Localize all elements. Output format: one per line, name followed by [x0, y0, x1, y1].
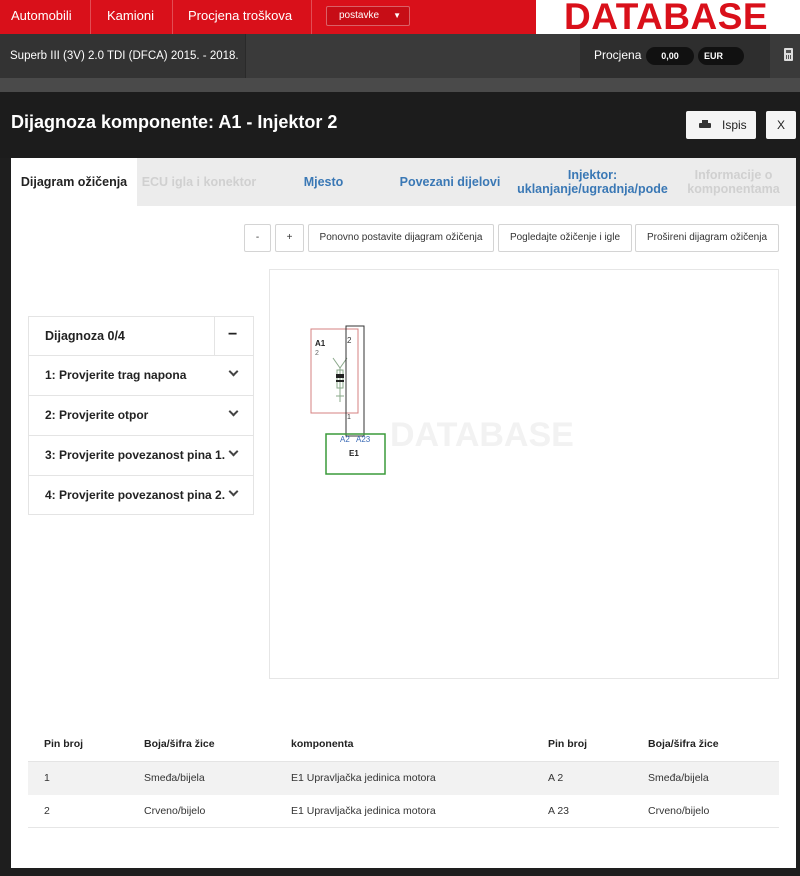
- tab-component-info: Informacije o komponentama: [687, 168, 780, 196]
- nav-divider: [90, 0, 91, 34]
- wiring-diagram: DATABASE A1 2 2 1 A2 A23 E1: [310, 325, 574, 475]
- estimate-label: Procjena: [594, 48, 642, 62]
- tab-wiring-diagram[interactable]: Dijagram ožičenja: [11, 158, 137, 206]
- table-cell: 1: [44, 772, 50, 784]
- diagnosis-step-voltage[interactable]: 1: Provjerite trag napona: [29, 356, 253, 396]
- chevron-down-icon: [228, 486, 239, 497]
- table-cell: Crveno/bijelo: [144, 805, 206, 817]
- table-row: 2 Crveno/bijelo E1 Upravljačka jedinica …: [28, 795, 779, 828]
- diagnosis-step-pin2[interactable]: 4: Provjerite povezanost pina 2.: [29, 476, 253, 516]
- injector-nozzle: [336, 390, 344, 402]
- reset-diagram-button[interactable]: Ponovno postavite dijagram ožičenja: [308, 224, 494, 252]
- table-header-row: Pin broj Boja/šifra žice komponenta Pin …: [28, 728, 779, 762]
- diagnosis-step-pin1[interactable]: 3: Provjerite povezanost pina 1.: [29, 436, 253, 476]
- expanded-diagram-button[interactable]: Prošireni dijagram ožičenja: [635, 224, 779, 252]
- diagnosis-list: Dijagnoza 0/4 − 1: Provjerite trag napon…: [28, 316, 254, 515]
- table-header-cell: komponenta: [291, 738, 354, 750]
- tab-location[interactable]: Mjesto: [261, 158, 386, 206]
- diagnosis-step-label: 2: Provjerite otpor: [45, 408, 149, 422]
- chevron-down-icon: [228, 366, 239, 377]
- table-cell: E1 Upravljačka jedinica motora: [291, 772, 436, 784]
- nav-divider: [172, 0, 173, 34]
- component-a1-sub: 2: [315, 350, 319, 357]
- tab-bar: Dijagram ožičenja ECU igla i konektor Mj…: [11, 158, 796, 206]
- divider: [214, 317, 215, 356]
- brand-logo: DATABASE: [536, 0, 800, 34]
- chevron-down-icon: [228, 406, 239, 417]
- tab-related-parts[interactable]: Povezani dijelovi: [386, 158, 514, 206]
- page-title: Dijagnoza komponente: A1 - Injektor 2: [11, 112, 338, 132]
- component-e1-label: E1: [349, 449, 359, 458]
- table-cell: A 2: [548, 772, 564, 784]
- chevron-down-icon: ▼: [393, 11, 401, 20]
- nav-item-procjena-troskova[interactable]: Procjena troškova: [177, 0, 303, 34]
- diagnosis-step-label: 4: Provjerite povezanost pina 2.: [45, 488, 226, 502]
- zoom-out-button[interactable]: -: [244, 224, 271, 252]
- calculator-icon[interactable]: [784, 48, 793, 61]
- printer-icon: [699, 120, 711, 129]
- pin-label-a1-bottom: 1: [347, 414, 351, 421]
- diagnosis-step-label: 3: Provjerite povezanost pina 1.: [45, 448, 226, 462]
- nav-item-kamioni[interactable]: Kamioni: [96, 0, 165, 34]
- nav-item-automobili[interactable]: Automobili: [0, 0, 83, 34]
- top-nav-bar: Automobili Kamioni Procjena troškova pos…: [0, 0, 800, 34]
- table-cell: Smeđa/bijela: [648, 772, 709, 784]
- nav-divider: [311, 0, 312, 34]
- header-spacer: [0, 78, 800, 92]
- table-header-cell: Pin broj: [548, 738, 588, 750]
- component-panel: Dijagram ožičenja ECU igla i konektor Mj…: [11, 158, 796, 868]
- zoom-in-button[interactable]: +: [275, 224, 304, 252]
- table-cell: Smeđa/bijela: [144, 772, 205, 784]
- table-header-cell: Pin broj: [44, 738, 84, 750]
- pin-label-e1-a2: A2: [340, 435, 350, 444]
- modal-header: Dijagnoza komponente: A1 - Injektor 2 Is…: [0, 92, 800, 158]
- table-header-cell: Boja/šifra žice: [144, 738, 215, 750]
- pin-label-e1-a23: A23: [356, 435, 371, 444]
- table-cell: Crveno/bijelo: [648, 805, 710, 817]
- view-wiring-pins-button[interactable]: Pogledajte ožičenje i igle: [498, 224, 632, 252]
- print-button-label: Ispis: [722, 118, 747, 132]
- print-button[interactable]: Ispis: [686, 111, 756, 139]
- collapse-icon[interactable]: −: [228, 326, 237, 344]
- estimate-value: 0,00: [646, 47, 694, 65]
- table-row: 1 Smeđa/bijela E1 Upravljačka jedinica m…: [28, 762, 779, 795]
- settings-dropdown[interactable]: postavke ▼: [326, 6, 410, 26]
- vehicle-bar: Superb III (3V) 2.0 TDI (DFCA) 2015. - 2…: [0, 34, 800, 78]
- component-a1-label: A1: [315, 339, 326, 348]
- estimate-summary: Procjena 0,00 EUR: [580, 34, 770, 78]
- vehicle-description[interactable]: Superb III (3V) 2.0 TDI (DFCA) 2015. - 2…: [0, 34, 246, 78]
- table-cell: A 23: [548, 805, 570, 817]
- diagnosis-step-label: 1: Provjerite trag napona: [45, 368, 187, 382]
- injector-coil: [336, 374, 344, 378]
- diagnosis-header: Dijagnoza 0/4 −: [29, 317, 253, 356]
- tab-injector-removal[interactable]: Injektor: uklanjanje/ugradnja/pode: [514, 158, 671, 206]
- chevron-down-icon: [228, 446, 239, 457]
- brand-logo-text: DATABASE: [564, 0, 769, 34]
- injector-coil: [336, 380, 344, 382]
- pin-label-a1-top: 2: [347, 336, 352, 345]
- wiring-diagram-canvas[interactable]: DATABASE A1 2 2 1 A2 A23 E1: [269, 269, 779, 679]
- diagnosis-step-resistance[interactable]: 2: Provjerite otpor: [29, 396, 253, 436]
- diagnosis-title: Dijagnoza 0/4: [45, 329, 125, 343]
- table-header-cell: Boja/šifra žice: [648, 738, 719, 750]
- table-cell: E1 Upravljačka jedinica motora: [291, 805, 436, 817]
- tab-ecu-pin-connector: ECU igla i konektor: [141, 175, 257, 189]
- currency-badge: EUR: [698, 47, 744, 65]
- close-button[interactable]: X: [766, 111, 796, 139]
- table-cell: 2: [44, 805, 50, 817]
- diagram-watermark: DATABASE: [390, 416, 574, 454]
- settings-dropdown-label: postavke: [339, 10, 380, 21]
